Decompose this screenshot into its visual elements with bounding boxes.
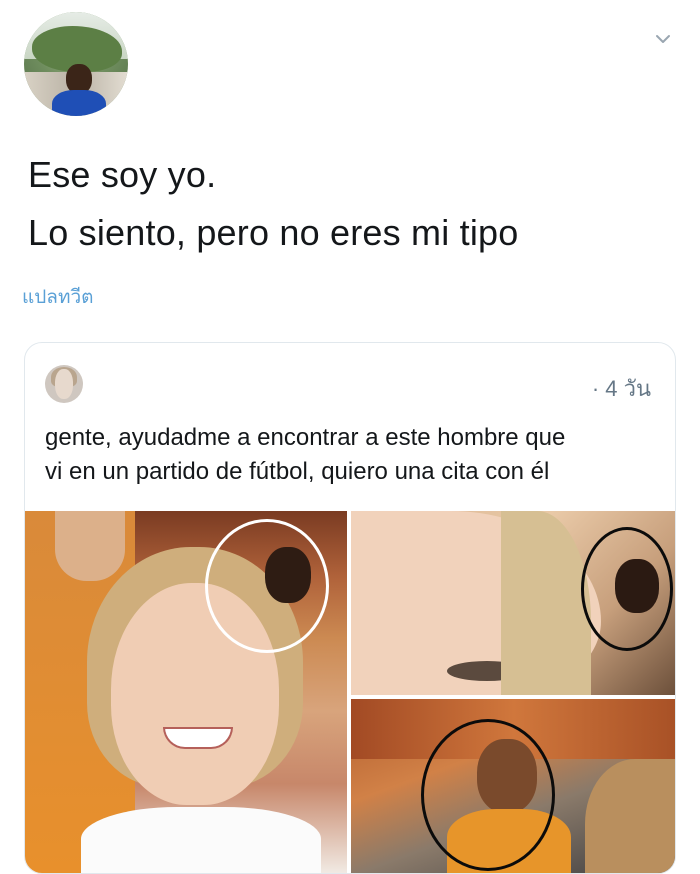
chevron-down-icon[interactable] bbox=[654, 30, 672, 48]
quoted-tweet-line-1: gente, ayudadme a encontrar a este hombr… bbox=[45, 424, 566, 451]
photo-selfie-smiling[interactable] bbox=[25, 511, 347, 873]
photo-white-circle-annotation bbox=[205, 519, 329, 653]
photo-bystander-hair bbox=[585, 759, 675, 873]
photo-black-circle-annotation-1 bbox=[581, 527, 673, 651]
tweet-text: Ese soy yo. Lo siento, pero no eres mi t… bbox=[28, 146, 678, 262]
photo-woman-hair-strand bbox=[501, 511, 591, 695]
tweet-text-line-2: Lo siento, pero no eres mi tipo bbox=[28, 212, 519, 253]
quoted-author-avatar[interactable] bbox=[45, 365, 83, 403]
photo-closeup-eyes[interactable] bbox=[351, 511, 675, 695]
photo-woman-smile bbox=[163, 727, 233, 749]
photo-woman-shirt bbox=[81, 807, 321, 873]
quoted-tweet-timestamp[interactable]: · 4 วัน bbox=[592, 371, 651, 406]
author-avatar[interactable] bbox=[24, 12, 128, 116]
photo-black-circle-annotation-2 bbox=[421, 719, 555, 871]
translate-tweet-link[interactable]: แปลทวีต bbox=[22, 282, 93, 312]
quoted-tweet-line-2: vi en un partido de fútbol, quiero una c… bbox=[45, 458, 550, 485]
photo-man-zoomed[interactable] bbox=[351, 699, 675, 873]
quoted-avatar-face bbox=[55, 369, 73, 399]
tweet-text-line-1: Ese soy yo. bbox=[28, 154, 217, 195]
quoted-tweet-photo-grid bbox=[25, 511, 675, 873]
quoted-tweet-text: gente, ayudadme a encontrar a este hombr… bbox=[45, 421, 665, 489]
quoted-tweet-card[interactable]: · 4 วัน gente, ayudadme a encontrar a es… bbox=[24, 342, 676, 874]
avatar-person-body bbox=[52, 90, 106, 116]
photo-man-head bbox=[55, 511, 125, 581]
